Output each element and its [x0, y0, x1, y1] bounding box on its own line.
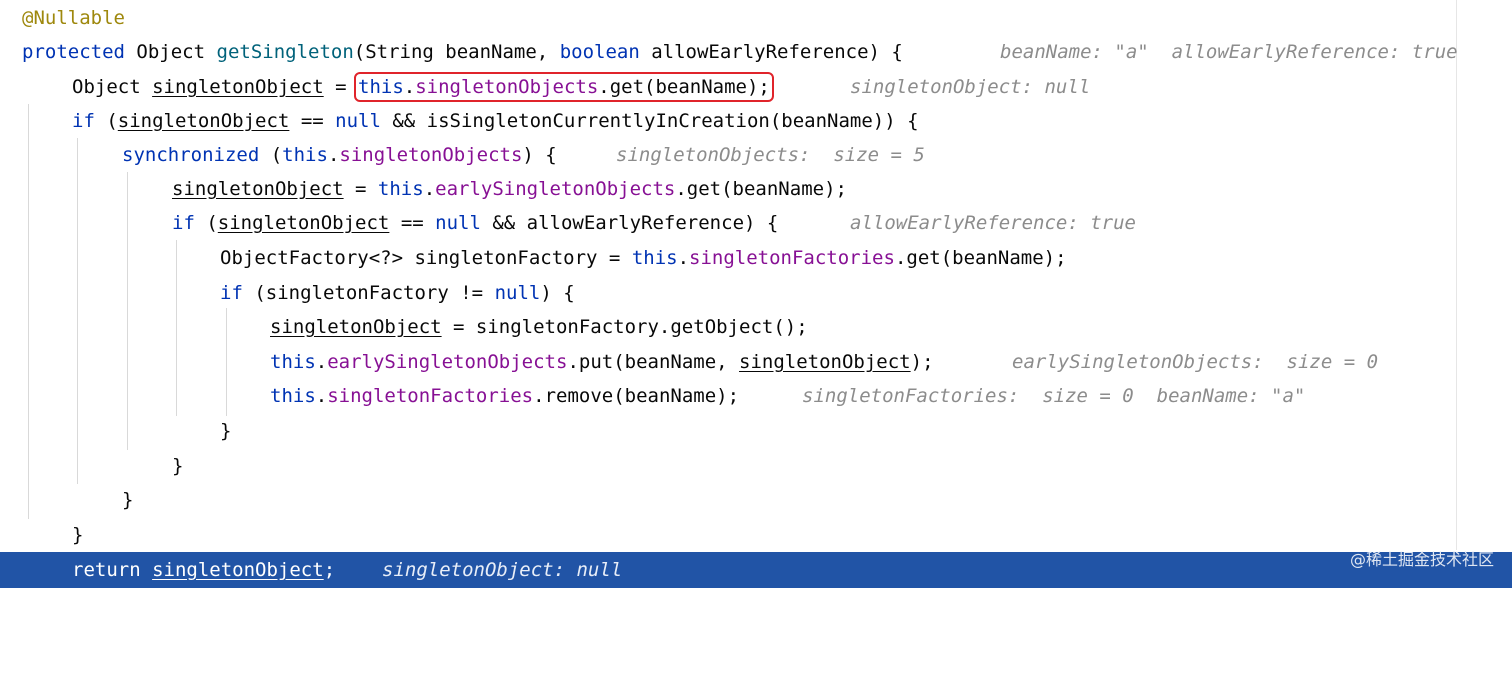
annotation-token: @Nullable: [22, 7, 125, 29]
keyword-token: this: [377, 178, 424, 200]
code-text: .: [403, 76, 416, 98]
variable-token: singletonObject: [270, 316, 442, 338]
field-token: earlySingletonObjects: [327, 351, 568, 373]
inline-hint: allowEarlyReference: true: [850, 212, 1136, 234]
keyword-token: this: [270, 351, 316, 373]
code-text: .: [315, 385, 328, 407]
code-text: =: [323, 76, 359, 98]
current-execution-line[interactable]: return singletonObject; singletonObject:…: [0, 552, 1512, 588]
code-text: .put(beanName,: [567, 351, 740, 373]
code-text: && isSingletonCurrentlyInCreation(beanNa…: [380, 110, 919, 132]
code-text: ) {: [540, 282, 575, 304]
code-line[interactable]: if (singletonObject == null && isSinglet…: [0, 104, 1512, 138]
inline-hint: singletonObject: null: [850, 76, 1091, 98]
code-line[interactable]: }: [0, 414, 1512, 448]
code-line[interactable]: protected Object getSingleton(String bea…: [0, 35, 1512, 69]
keyword-token: boolean: [559, 41, 640, 63]
method-name-token: getSingleton: [216, 41, 354, 63]
code-text: .: [327, 144, 340, 166]
inline-hint: singletonObjects: size = 5: [616, 144, 925, 166]
code-text: }: [172, 455, 184, 477]
code-editor[interactable]: @Nullable protected Object getSingleton(…: [0, 0, 1512, 588]
variable-token: singletonObject: [172, 178, 344, 200]
code-text: (: [94, 110, 118, 132]
keyword-token: synchronized: [122, 144, 260, 166]
code-line[interactable]: if (singletonObject == null && allowEarl…: [0, 206, 1512, 240]
code-text: .: [677, 247, 690, 269]
code-text: ObjectFactory<?> singletonFactory =: [220, 247, 632, 269]
code-text: (String beanName,: [353, 41, 560, 63]
code-line[interactable]: synchronized (this.singletonObjects) { s…: [0, 138, 1512, 172]
code-line[interactable]: Object singletonObject = this.singletonO…: [0, 70, 1512, 104]
keyword-token: if: [72, 110, 95, 132]
keyword-token: if: [172, 212, 195, 234]
keyword-token: null: [494, 282, 541, 304]
variable-token: singletonObject: [152, 559, 324, 581]
keyword-token: return: [72, 559, 141, 581]
code-line[interactable]: }: [0, 449, 1512, 483]
code-line[interactable]: singletonObject = singletonFactory.getOb…: [0, 310, 1512, 344]
code-line[interactable]: @Nullable: [0, 1, 1512, 35]
inline-hint: singletonObject: null: [382, 559, 623, 581]
code-text: );: [910, 351, 934, 373]
field-token: singletonObjects: [339, 144, 523, 166]
keyword-token: null: [335, 110, 381, 132]
keyword-token: if: [220, 282, 243, 304]
code-text: .get(beanName);: [598, 76, 770, 98]
code-text: ) {: [522, 144, 557, 166]
code-text: ==: [389, 212, 436, 234]
field-token: singletonObjects: [415, 76, 599, 98]
code-line[interactable]: }: [0, 518, 1512, 552]
code-text: ==: [289, 110, 336, 132]
field-token: earlySingletonObjects: [435, 178, 676, 200]
code-text: =: [343, 178, 378, 200]
code-line[interactable]: this.singletonFactories.remove(beanName)…: [0, 379, 1512, 413]
inline-hint: earlySingletonObjects: size = 0: [1012, 351, 1379, 373]
code-text: allowEarlyReference) {: [639, 41, 903, 63]
code-text: }: [72, 524, 84, 546]
keyword-token: protected: [22, 41, 125, 63]
code-line[interactable]: if (singletonFactory != null) {: [0, 276, 1512, 310]
code-text: .get(beanName);: [894, 247, 1067, 269]
code-text: ;: [323, 559, 336, 581]
variable-token: singletonObject: [152, 76, 324, 98]
inline-hint: beanName: "a": [1156, 385, 1306, 407]
watermark: @稀土掘金技术社区: [1349, 550, 1494, 569]
code-text: && allowEarlyReference) {: [480, 212, 779, 234]
code-text: }: [122, 489, 134, 511]
field-token: singletonFactories: [689, 247, 895, 269]
variable-token: singletonObject: [217, 212, 390, 234]
keyword-token: this: [270, 385, 316, 407]
type-token: Object: [72, 76, 141, 98]
field-token: singletonFactories: [327, 385, 534, 407]
code-text: .: [423, 178, 436, 200]
code-line[interactable]: }: [0, 483, 1512, 517]
code-text: (singletonFactory !=: [242, 282, 495, 304]
code-text: .remove(beanName);: [533, 385, 740, 407]
inline-hint: allowEarlyReference: true: [1171, 41, 1458, 63]
keyword-token: this: [282, 144, 328, 166]
code-text: (: [259, 144, 283, 166]
inline-hint: singletonFactories: size = 0: [802, 385, 1134, 407]
code-text: .get(beanName);: [675, 178, 847, 200]
type-token: Object: [136, 41, 206, 63]
code-line[interactable]: this.earlySingletonObjects.put(beanName,…: [0, 345, 1512, 379]
variable-token: singletonObject: [739, 351, 911, 373]
keyword-token: null: [435, 212, 481, 234]
keyword-token: this: [631, 247, 678, 269]
code-text: = singletonFactory.getObject();: [441, 316, 808, 338]
code-text: (: [194, 212, 218, 234]
code-line[interactable]: ObjectFactory<?> singletonFactory = this…: [0, 241, 1512, 275]
code-text: }: [220, 420, 232, 442]
inline-hint: beanName: "a": [1000, 41, 1149, 63]
variable-token: singletonObject: [117, 110, 290, 132]
keyword-token: this: [358, 76, 404, 98]
highlight-box: this.singletonObjects.get(beanName);: [354, 72, 774, 102]
code-line[interactable]: singletonObject = this.earlySingletonObj…: [0, 172, 1512, 206]
code-text: .: [315, 351, 328, 373]
